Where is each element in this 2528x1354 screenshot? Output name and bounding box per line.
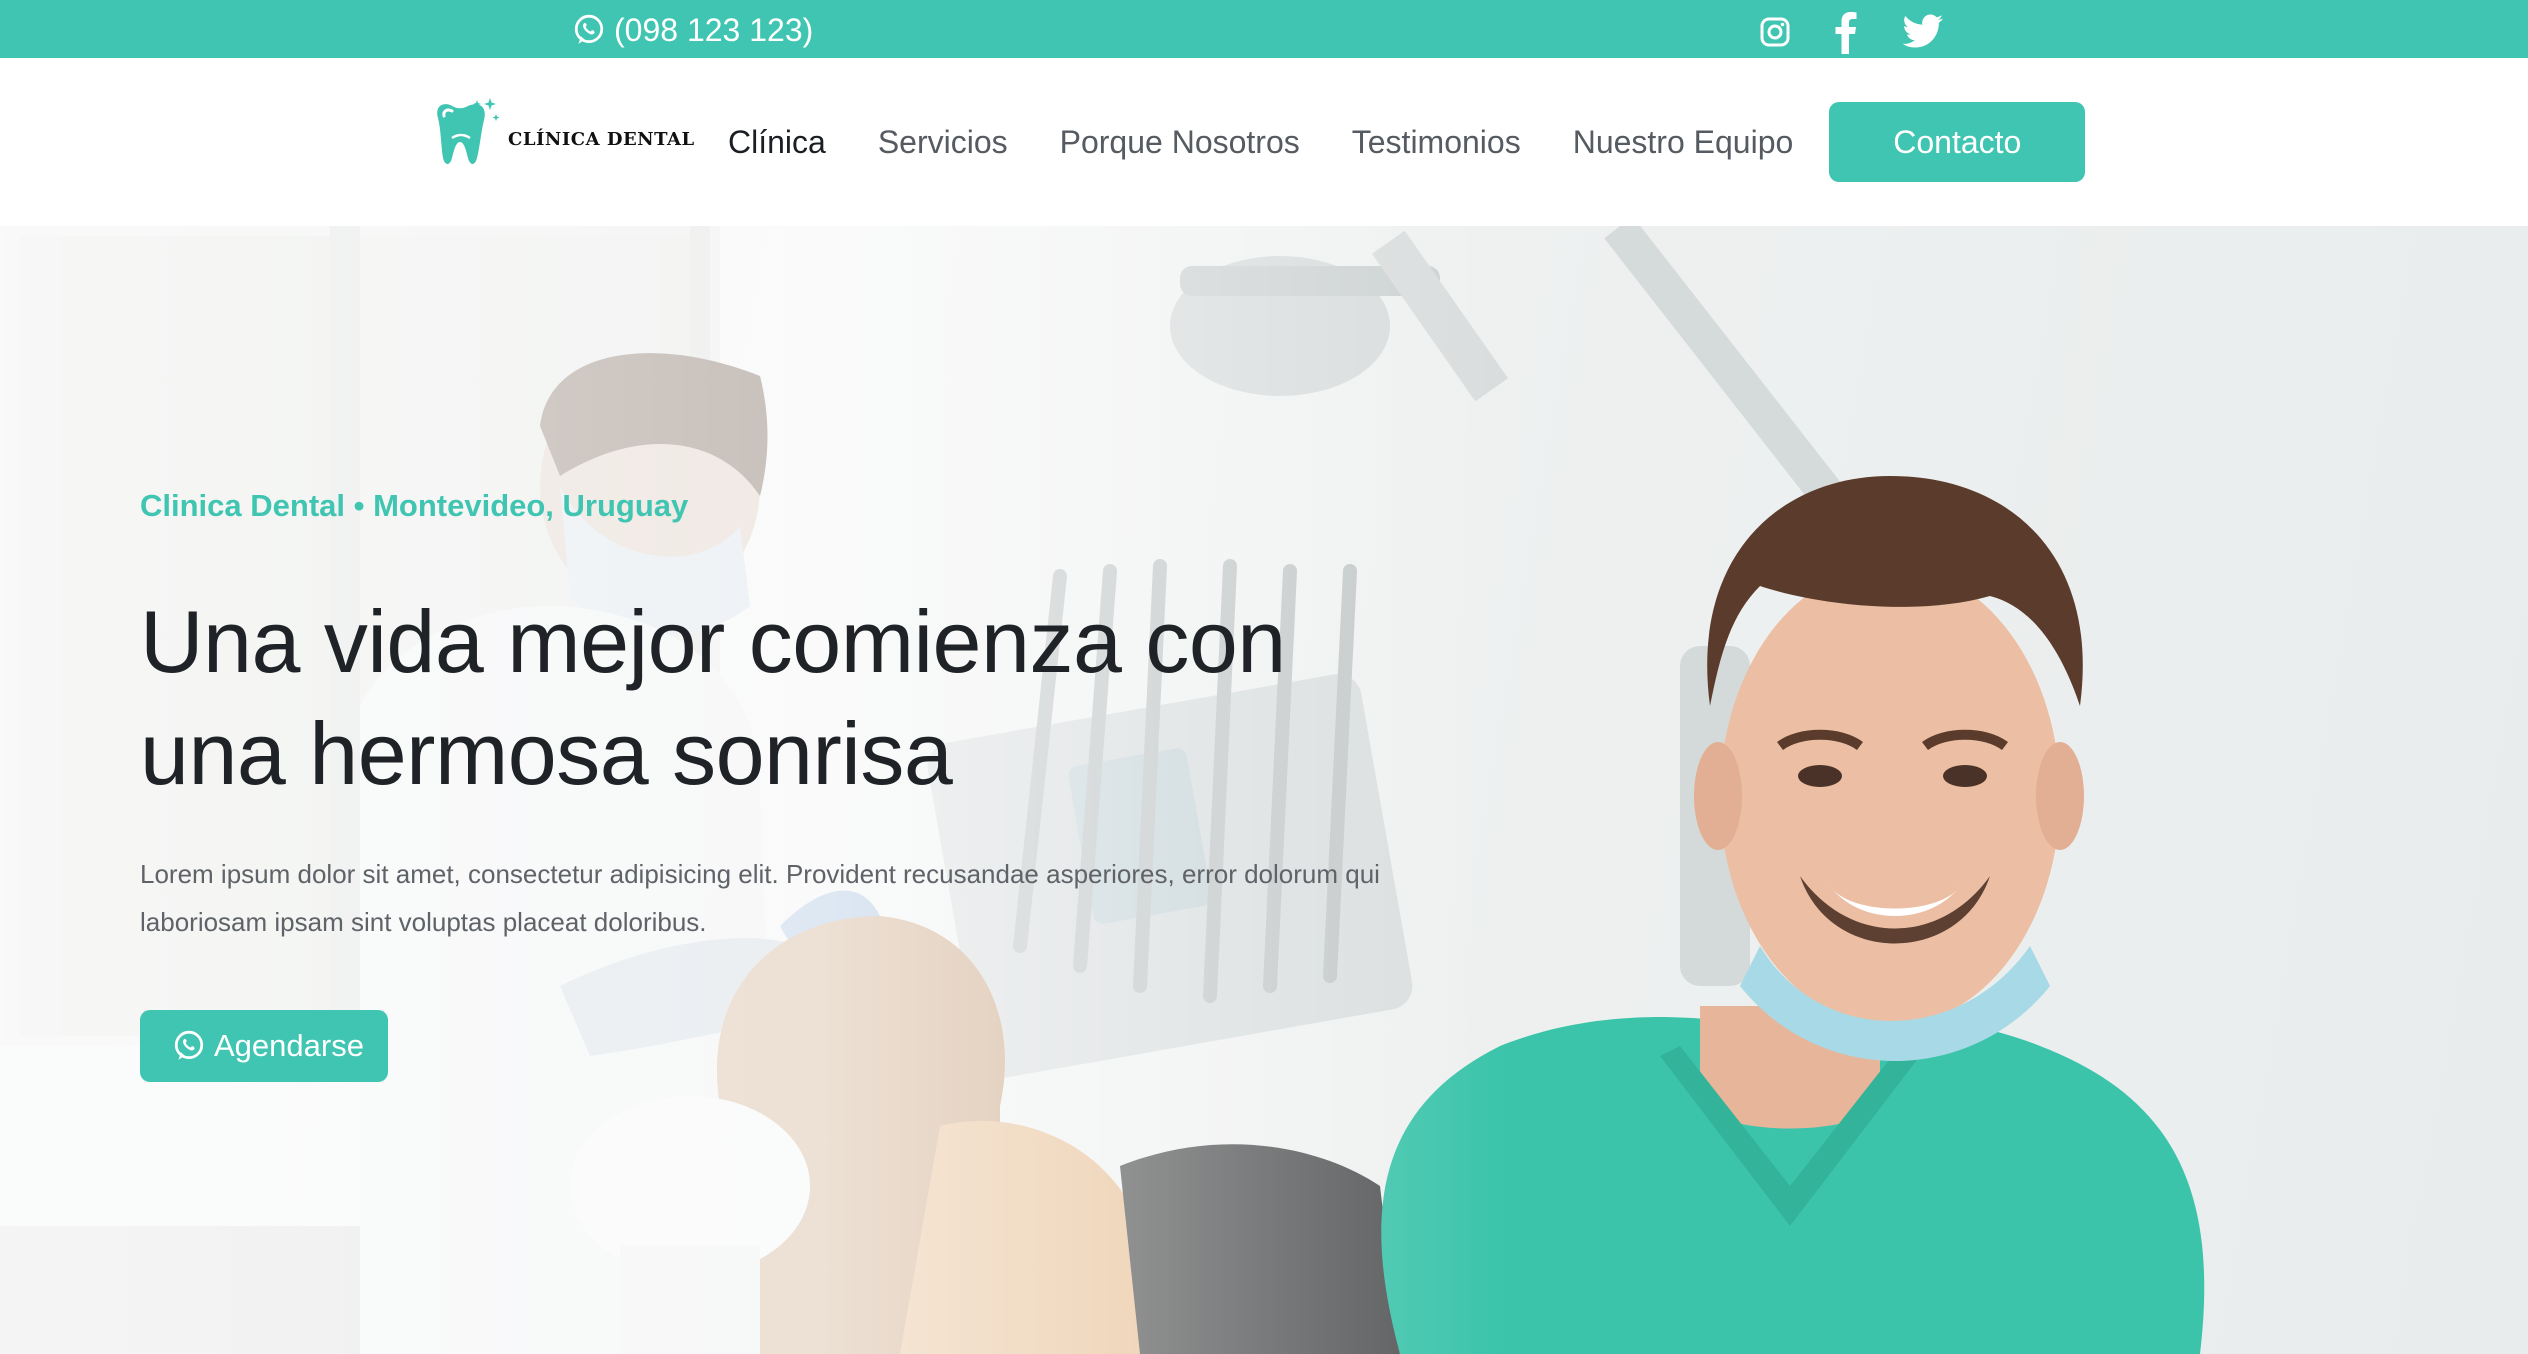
- hero-section: Clinica Dental • Montevideo, Uruguay Una…: [0, 226, 2528, 1354]
- brand-logo[interactable]: CLÍNICA DENTAL: [430, 94, 695, 174]
- social-links: [1760, 10, 1944, 54]
- phone-number: (098 123 123): [614, 11, 814, 48]
- whatsapp-icon: [574, 14, 604, 44]
- nav-item-servicios[interactable]: Servicios: [878, 124, 1008, 161]
- instagram-icon[interactable]: [1760, 17, 1790, 47]
- whatsapp-icon: [174, 1030, 204, 1060]
- agendarse-label: Agendarse: [214, 1028, 364, 1063]
- hero-title-line-2: una hermosa sonrisa: [140, 704, 953, 803]
- nav-menu: Clínica Servicios Porque Nosotros Testim…: [728, 102, 2086, 182]
- main-navbar: CLÍNICA DENTAL Clínica Servicios Porque …: [0, 58, 2528, 226]
- hero-lead-text: Lorem ipsum dolor sit amet, consectetur …: [140, 859, 1380, 937]
- agendarse-button[interactable]: Agendarse: [140, 1010, 388, 1082]
- nav-item-testimonios[interactable]: Testimonios: [1352, 124, 1521, 161]
- contact-button[interactable]: Contacto: [1829, 102, 2086, 182]
- twitter-icon[interactable]: [1902, 14, 1944, 50]
- facebook-icon[interactable]: [1834, 10, 1858, 54]
- top-bar: (098 123 123): [0, 0, 2528, 58]
- nav-item-clinica[interactable]: Clínica: [728, 124, 826, 161]
- hero-title-line-1: Una vida mejor comienza con: [140, 592, 1286, 691]
- nav-item-porque-nosotros[interactable]: Porque Nosotros: [1060, 124, 1300, 161]
- hero-title: Una vida mejor comienza con una hermosa …: [140, 586, 1440, 810]
- phone-link[interactable]: (098 123 123): [572, 10, 813, 50]
- brand-name: CLÍNICA DENTAL: [508, 128, 695, 150]
- hero-content: Clinica Dental • Montevideo, Uruguay Una…: [140, 488, 1440, 1082]
- tooth-icon: [437, 98, 500, 164]
- hero-kicker: Clinica Dental • Montevideo, Uruguay: [140, 488, 689, 523]
- nav-item-nuestro-equipo[interactable]: Nuestro Equipo: [1573, 124, 1794, 161]
